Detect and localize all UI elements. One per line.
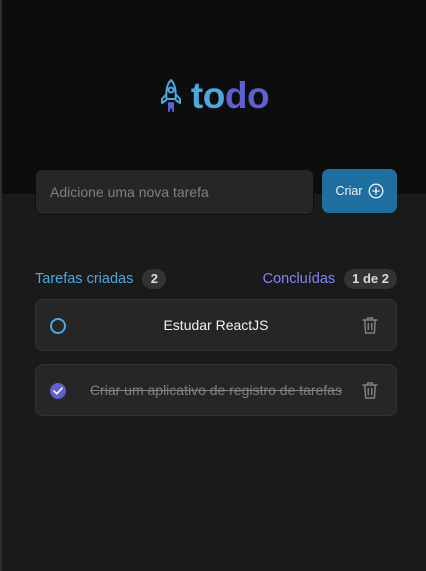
done-label: Concluídas — [262, 271, 336, 287]
created-info: Tarefas criadas 2 — [35, 269, 167, 289]
logo-text-to: to — [190, 75, 225, 116]
done-count-badge: 1 de 2 — [344, 269, 397, 289]
create-button[interactable]: Criar — [322, 169, 397, 213]
logo: todo — [2, 75, 426, 116]
create-button-label: Criar — [335, 184, 363, 198]
new-task-input[interactable] — [35, 169, 314, 215]
rocket-icon — [160, 79, 181, 112]
trash-icon[interactable] — [360, 380, 380, 400]
task-checkbox[interactable] — [50, 318, 66, 334]
check-icon — [53, 387, 63, 395]
task-text: Estudar ReactJS — [163, 317, 269, 333]
created-label: Tarefas criadas — [35, 271, 134, 287]
logo-text: todo — [190, 75, 270, 116]
header: todo — [2, 0, 426, 194]
task-text: Criar um aplicativo de registro de taref… — [89, 382, 343, 398]
logo-text-do: do — [224, 75, 270, 116]
task-item: Criar um aplicativo de registro de taref… — [35, 364, 397, 416]
task-checkbox-checked[interactable] — [50, 383, 66, 399]
new-task-form: Criar — [35, 169, 397, 215]
task-item: Estudar ReactJS — [35, 299, 397, 351]
plus-circle-icon — [368, 183, 383, 199]
created-count-badge: 2 — [142, 269, 167, 289]
trash-icon[interactable] — [360, 315, 380, 335]
task-info: Tarefas criadas 2 Concluídas 1 de 2 — [35, 268, 397, 290]
done-info: Concluídas 1 de 2 — [263, 269, 397, 289]
